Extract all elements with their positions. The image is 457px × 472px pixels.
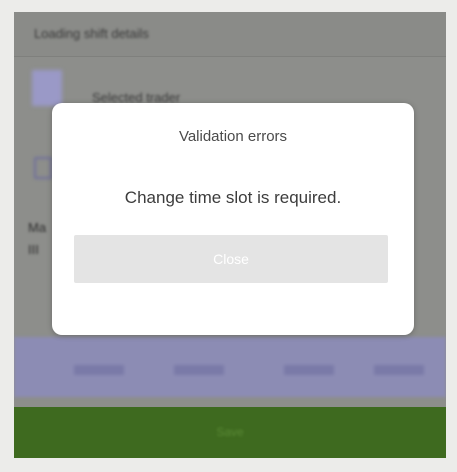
band-segment — [284, 365, 334, 375]
purple-band — [14, 337, 446, 397]
save-bar-label: Save — [216, 425, 244, 439]
validation-errors-dialog: Validation errors Change time slot is re… — [52, 103, 414, 335]
document-icon — [34, 157, 52, 179]
save-bar: Save — [14, 407, 446, 458]
band-segment — [374, 365, 424, 375]
side-text-block: Ma III — [28, 217, 46, 261]
screen-header-label: Loading shift details — [34, 26, 149, 41]
dialog-title: Validation errors — [178, 128, 288, 145]
dialog-message: Change time slot is required. — [124, 188, 342, 207]
avatar — [32, 70, 62, 106]
band-segment — [174, 365, 224, 375]
screen-header: Loading shift details — [14, 12, 446, 57]
side-text-line: Ma — [28, 220, 47, 235]
side-text-line: III — [28, 242, 39, 257]
band-segment — [74, 365, 124, 375]
close-button[interactable]: Close — [74, 235, 388, 283]
